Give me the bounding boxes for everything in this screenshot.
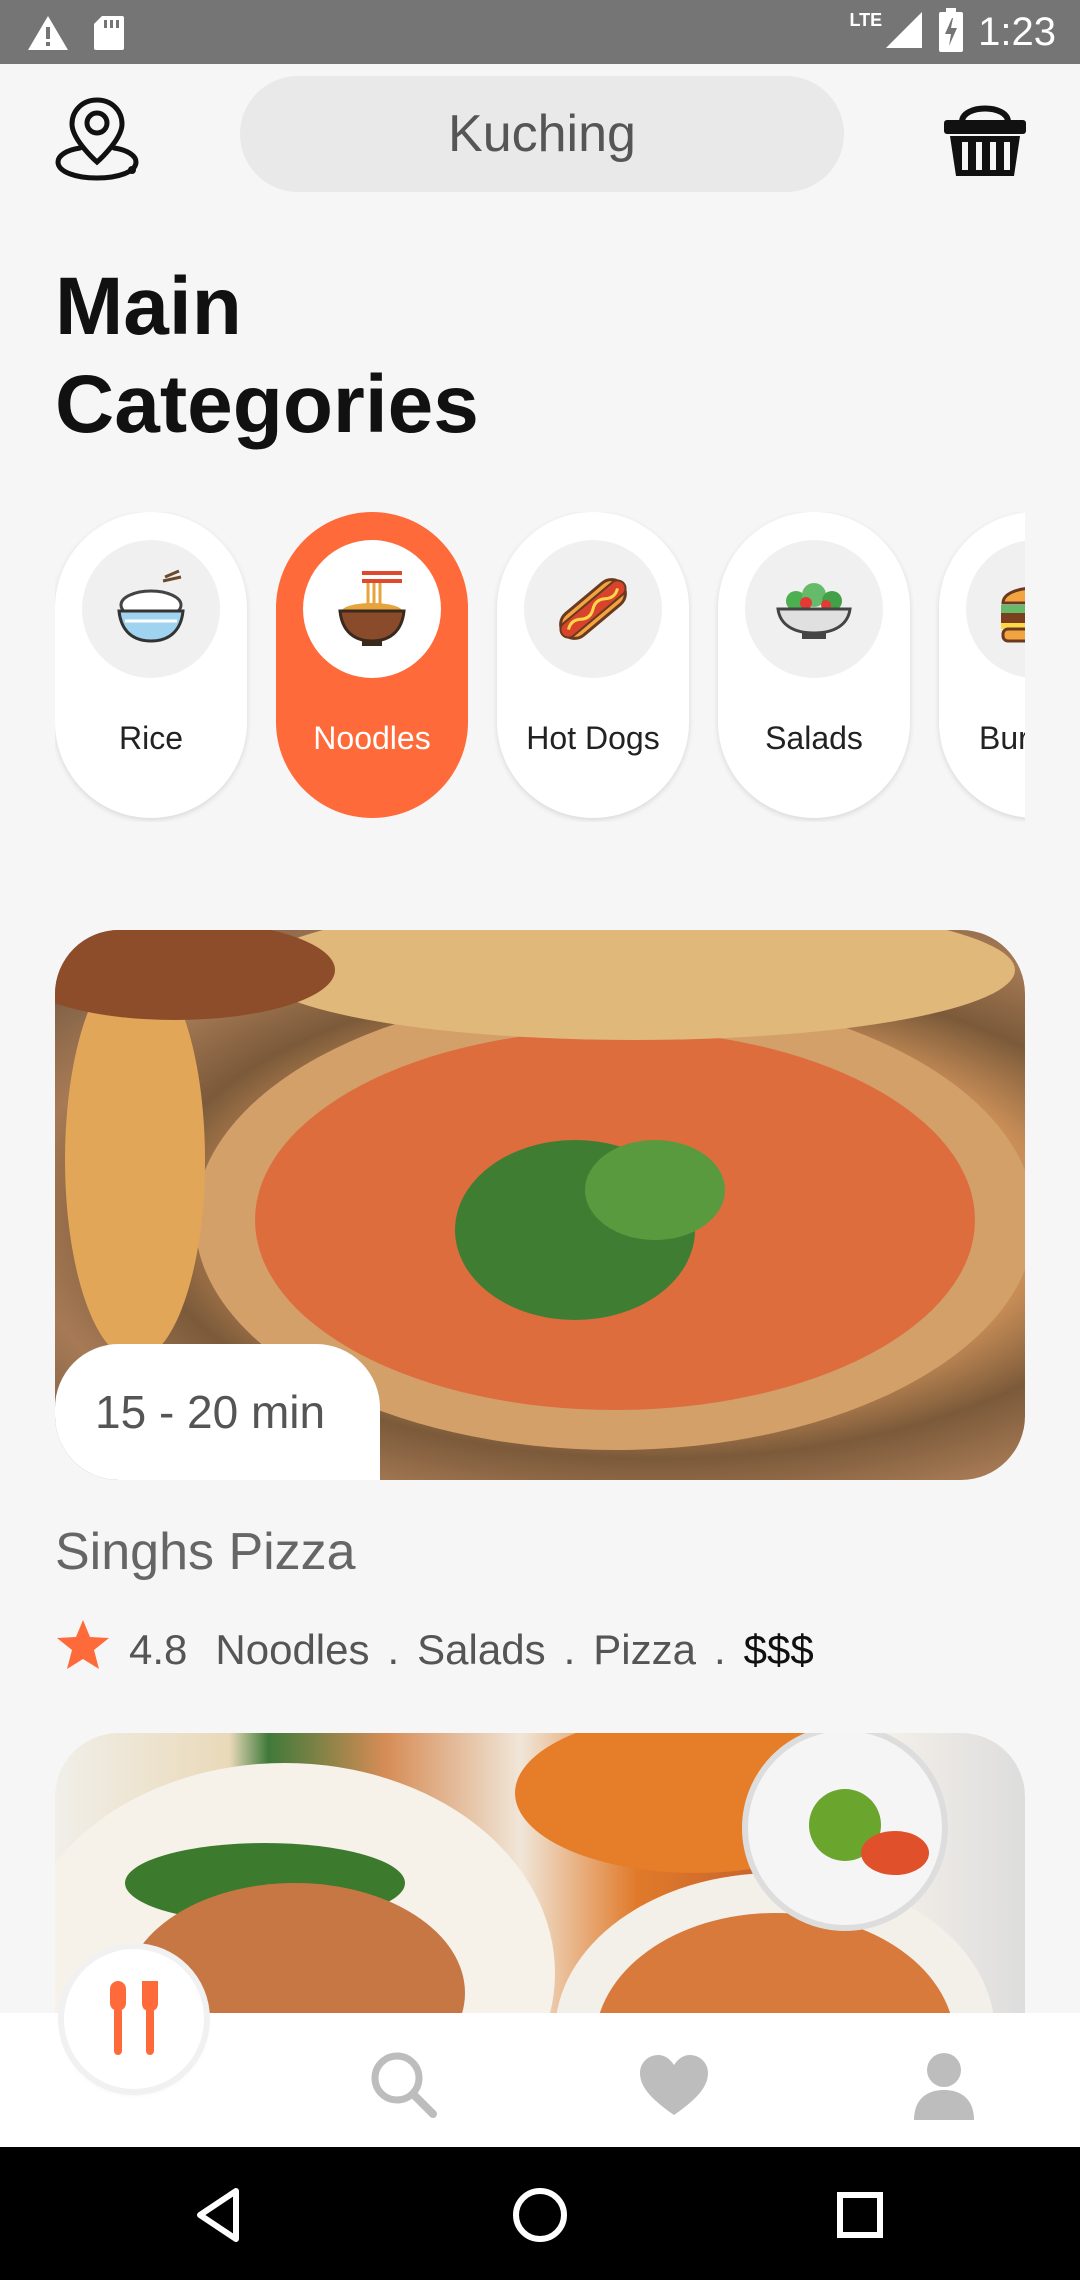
page-title-line2: Categories [55, 359, 479, 450]
heart-icon [640, 2055, 708, 2115]
signal-icon [884, 10, 924, 55]
cart-button[interactable] [940, 92, 1030, 182]
warning-icon [26, 14, 70, 57]
category-label: Salads [765, 720, 863, 756]
noodle-bowl-icon [338, 571, 406, 646]
tag-separator: . [563, 1626, 576, 1673]
search-icon [371, 2052, 437, 2118]
tag-item: Salads [417, 1626, 546, 1673]
sd-card-icon [92, 14, 126, 57]
category-label: Burgers [978, 720, 1025, 756]
recents-square-icon [837, 2192, 883, 2238]
tag-item: Noodles [215, 1626, 370, 1673]
category-hot-dogs[interactable]: Hot Dogs [497, 512, 689, 818]
category-list[interactable]: Rice Noodles Hot Dogs Salads Bur [55, 512, 1025, 822]
home-circle-icon [513, 2188, 567, 2242]
tag-separator: . [387, 1626, 400, 1673]
location-search-field[interactable]: Kuching [240, 76, 844, 192]
nav-home-button[interactable] [64, 1949, 204, 2089]
star-icon [55, 1618, 111, 1682]
location-pin-icon [55, 97, 139, 181]
category-label: Noodles [313, 720, 431, 756]
category-salads[interactable]: Salads [718, 512, 910, 818]
location-button[interactable] [52, 92, 142, 182]
nav-favorites[interactable] [638, 2049, 710, 2121]
back-button[interactable] [180, 2175, 260, 2255]
tag-separator: . [713, 1626, 726, 1673]
category-burgers[interactable]: Burgers [939, 512, 1025, 818]
clock: 1:23 [978, 10, 1056, 54]
page-title: Main Categories [55, 258, 479, 454]
location-name: Kuching [448, 105, 636, 163]
category-label: Hot Dogs [526, 720, 660, 756]
category-label: Rice [118, 720, 183, 756]
rice-bowl-icon [117, 569, 185, 643]
page-title-line1: Main [55, 261, 242, 352]
status-bar: LTE 1:23 [0, 0, 1080, 64]
fork-knife-icon [110, 1981, 158, 2055]
back-triangle-icon [197, 2188, 239, 2242]
hot-dog-icon [559, 578, 627, 640]
category-noodles[interactable]: Noodles [276, 512, 468, 818]
user-icon [914, 2053, 974, 2120]
nav-search[interactable] [368, 2049, 440, 2121]
bottom-nav [0, 1949, 1080, 2147]
tag-item: Pizza [593, 1626, 696, 1673]
system-nav-bar [0, 2147, 1080, 2280]
price-level: $$$ [743, 1626, 814, 1673]
recents-button[interactable] [820, 2175, 900, 2255]
nav-profile[interactable] [908, 2049, 980, 2121]
header: Kuching [0, 64, 1080, 204]
battery-icon [938, 8, 964, 57]
restaurant-meta: 4.8 Noodles . Salads . Pizza . $$$ [55, 1618, 814, 1682]
salad-bowl-icon [776, 583, 852, 639]
restaurant-name[interactable]: Singhs Pizza [55, 1522, 356, 1582]
home-button[interactable] [500, 2175, 580, 2255]
burger-icon [1001, 587, 1025, 643]
basket-icon [944, 105, 1026, 176]
delivery-time-badge: 15 - 20 min [55, 1344, 380, 1480]
rating-value: 4.8 [129, 1626, 188, 1673]
category-rice[interactable]: Rice [55, 512, 247, 818]
network-type: LTE [849, 10, 883, 30]
